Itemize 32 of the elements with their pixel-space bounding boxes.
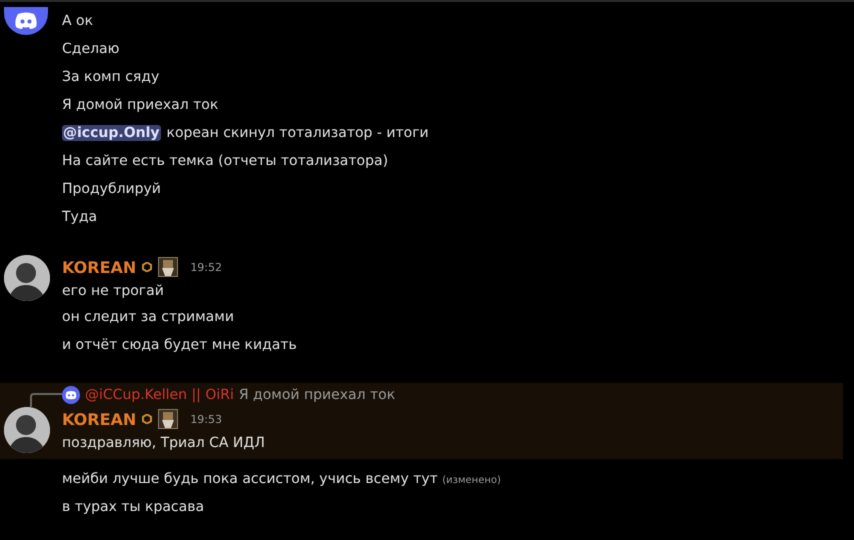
user-mention[interactable]: @iccup.Only bbox=[62, 125, 160, 141]
hexagon-badge-icon bbox=[142, 262, 152, 272]
message-text: @iccup.Only кореан скинул тотализатор - итоги bbox=[62, 125, 429, 141]
message-text: и отчёт сюда будет мне кидать bbox=[62, 337, 297, 353]
message-text: поздравляю, Триал СА ИДЛ bbox=[62, 435, 265, 451]
message-text: А ок bbox=[62, 13, 94, 29]
hexagon-badge-icon bbox=[142, 414, 152, 424]
user-avatar[interactable] bbox=[4, 407, 50, 453]
author-name[interactable]: KOREAN bbox=[62, 410, 136, 428]
server-avatar[interactable] bbox=[4, 7, 48, 35]
message-text: мейби лучше будь пока ассистом, учись всему тут (изменено) bbox=[62, 471, 501, 487]
role-icon bbox=[158, 257, 178, 277]
reply-connector bbox=[30, 393, 62, 407]
message-text: На сайте есть темка (отчеты тотализатора) bbox=[62, 153, 388, 169]
message-text: в турах ты красава bbox=[62, 499, 204, 515]
reply-preview[interactable]: Я домой приехал ток bbox=[238, 387, 396, 403]
message-text: За комп сяду bbox=[62, 69, 160, 85]
timestamp: 19:53 bbox=[190, 412, 222, 426]
message-text: Туда bbox=[62, 209, 98, 225]
message-text: его не трогай bbox=[62, 283, 164, 299]
message-text: Я домой приехал ток bbox=[62, 97, 218, 113]
chat-logo-icon bbox=[62, 386, 80, 404]
message-text: он следит за стримами bbox=[62, 309, 234, 325]
reply-author[interactable]: @iCCup.Kellen || OiRi bbox=[85, 387, 234, 403]
timestamp: 19:52 bbox=[190, 260, 222, 274]
message-text: Сделаю bbox=[62, 41, 120, 57]
chat-logo-icon bbox=[14, 12, 38, 30]
role-icon bbox=[158, 409, 178, 429]
edited-label: (изменено) bbox=[442, 475, 501, 486]
author-name[interactable]: KOREAN bbox=[62, 258, 136, 276]
user-avatar[interactable] bbox=[4, 255, 50, 301]
message-text: Продублируй bbox=[62, 181, 161, 197]
